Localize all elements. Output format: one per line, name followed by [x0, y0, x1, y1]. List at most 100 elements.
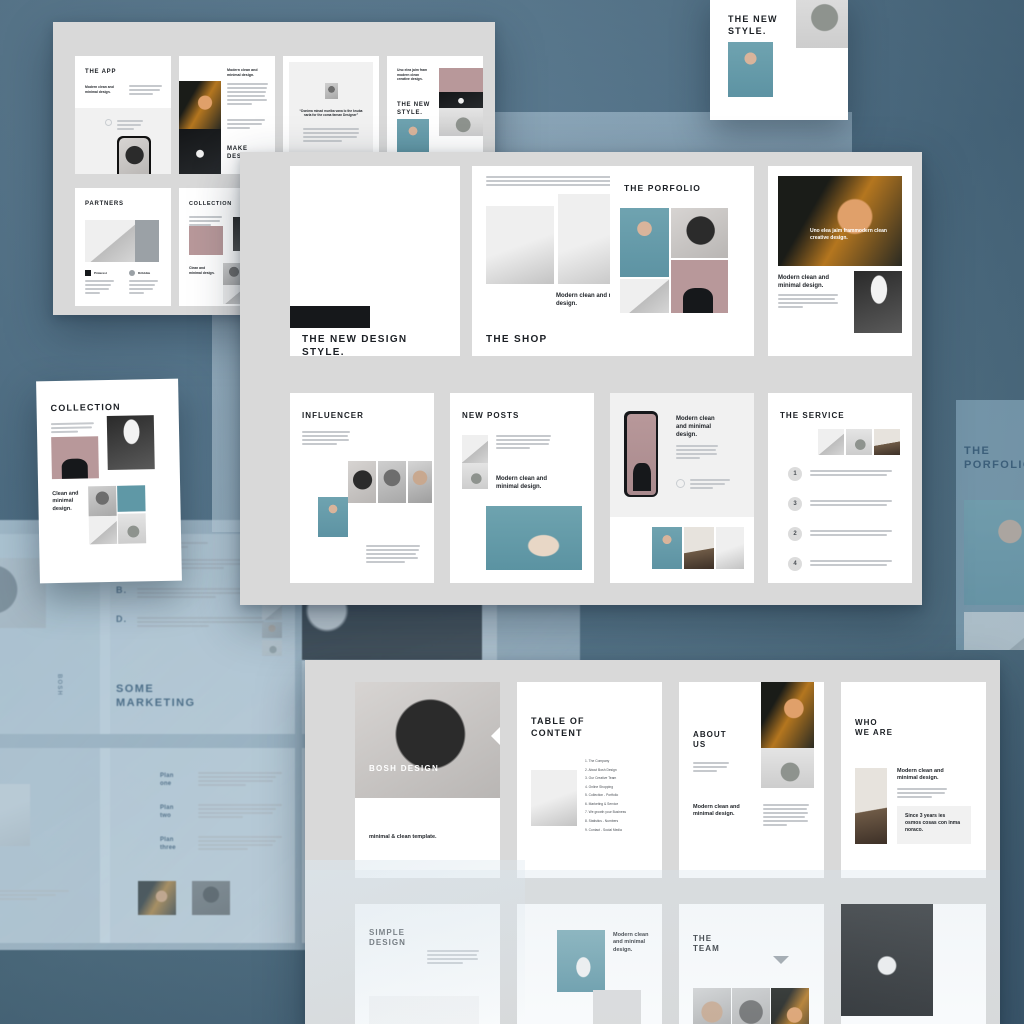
service-number: 4 [788, 557, 802, 571]
slide-the-team[interactable]: THE TEAM [679, 904, 824, 1024]
photo-rose-block [439, 68, 483, 92]
photo-b [732, 988, 770, 1024]
photo-overlay-caption: Uno elea jaim frammodern clean creative … [810, 228, 887, 242]
check-icon [105, 119, 112, 126]
slide-new-posts[interactable]: NEW POSTS Modern clean and minimal desig… [450, 393, 594, 583]
photo-c [771, 988, 809, 1024]
photo-portrait [325, 83, 338, 99]
text-lines [897, 788, 949, 800]
photo-dark [841, 904, 933, 1016]
slide-partners[interactable]: PARTNERS Pinterest Dribbble [75, 188, 171, 306]
slide-title: THE TEAM [693, 934, 720, 954]
text-lines [427, 950, 481, 966]
text-lines [227, 119, 269, 131]
photo-c [117, 485, 146, 512]
toc-item: 1. The Company [585, 759, 610, 763]
chevron-down-icon[interactable] [773, 956, 789, 964]
slide-subtitle: Modern clean and minimal design. [693, 804, 740, 818]
slide-subtitle: Modern clean and minimal design. [227, 68, 258, 77]
backdrop-title-marketing: SOME MARKETING [116, 683, 196, 710]
photo-a [348, 461, 376, 503]
photo-b [684, 527, 714, 569]
plan-label: Plan one [160, 773, 174, 788]
photo-lamp [855, 768, 887, 844]
toc-item: 3. Our Creative Team [585, 776, 617, 781]
slide-the-new-design-style[interactable]: THE NEW DESIGN STYLE. [290, 166, 460, 356]
text-lines [129, 280, 159, 294]
photo-book [85, 220, 135, 262]
slide-the-service[interactable]: THE SERVICE 1 3 2 4 [768, 393, 912, 583]
service-item: 1 [788, 467, 894, 481]
text-lines [810, 500, 894, 508]
toc-list: 1. The Company 2. About Bosh Design 3. O… [585, 757, 657, 834]
phone-mockup [117, 136, 151, 174]
backdrop-slide [0, 748, 110, 943]
backdrop-slide-plans: Plan one Plan two Plan three [100, 748, 295, 943]
collection-subtitle: Clean and minimal design. [52, 490, 79, 512]
text-lines [366, 545, 422, 565]
service-item: 2 [788, 527, 894, 541]
text-lines [227, 83, 269, 107]
dribbble-icon [129, 270, 135, 276]
floating-photo-girl [728, 42, 773, 97]
photo-a [693, 988, 731, 1024]
photo-c [874, 429, 900, 455]
photo-hat [854, 271, 902, 333]
toc-item: 7. We growth your Business [585, 810, 626, 815]
photo-c [408, 461, 432, 503]
photo-book [620, 279, 669, 313]
text-lines [85, 280, 115, 294]
slide-title: SIMPLE DESIGN [369, 928, 406, 948]
backdrop-porfolio-title: THE PORFOLIO [964, 445, 1024, 472]
photo-plant [462, 463, 488, 489]
slide-the-app[interactable]: THE APP Modern clean and minimal design. [75, 56, 171, 174]
toc-item: 8. Statistics - Numbers [585, 818, 619, 823]
slide-im-tom[interactable]: IM TOM [841, 904, 986, 1024]
backdrop-plans: Plan one Plan two Plan three [160, 772, 285, 853]
photo-room [531, 770, 577, 826]
slide-who-we-are[interactable]: WHO WE ARE Modern clean and minimal desi… [841, 682, 986, 878]
slide-phone-app[interactable]: Modern clean and minimal design. [610, 393, 754, 583]
photo-a [818, 429, 844, 455]
photo-a [88, 485, 117, 517]
text-lines [496, 435, 552, 451]
slide-bosh-design[interactable]: BOSH DESIGN minimal & clean template. [355, 682, 500, 878]
floating-collection-card[interactable]: COLLECTION Clean and minimal design. [36, 378, 182, 584]
text-lines [810, 530, 894, 538]
slide-subtitle: Modern clean and minimal design. [85, 85, 114, 94]
slide-influencer[interactable]: INFLUENCER [290, 393, 434, 583]
photo-legs [486, 506, 582, 570]
toc-item: 6. Marketing & Service [585, 801, 619, 806]
service-number: 1 [788, 467, 802, 481]
photo-b [378, 461, 406, 503]
photo-hero-gold [778, 176, 902, 266]
photo-girl-teal [620, 208, 669, 277]
text-lines [810, 560, 894, 568]
photo-d [318, 497, 348, 537]
text-lines [693, 762, 731, 774]
photo-plant [761, 748, 814, 788]
slide-title: THE SHOP [486, 334, 548, 345]
toc-item: 9. Contact - Social Media [585, 827, 622, 832]
photo-a [652, 527, 682, 569]
photo-shoe [557, 930, 605, 992]
slide-modern-clean[interactable]: Modern clean and minimal design. [517, 904, 662, 1024]
slide-title: THE NEW STYLE. [397, 102, 431, 116]
photo-hat [106, 415, 155, 471]
photo-plant-block [593, 990, 641, 1024]
slide-subtitle: minimal & clean template. [369, 834, 437, 840]
slide-table-of-content[interactable]: TABLE OF CONTENT 1. The Company 2. About… [517, 682, 662, 878]
photo-book [462, 435, 488, 463]
slide-the-porfolio[interactable]: THE PORFOLIO [610, 166, 754, 356]
floating-new-style-card[interactable]: THE NEW STYLE. [710, 0, 848, 120]
photo-b [88, 515, 118, 545]
slide-title: NEW POSTS [462, 411, 520, 420]
slide-hero-creative[interactable]: Uno elea jaim frammodern clean creative … [768, 166, 912, 356]
photo-hero [355, 682, 500, 798]
slide-simple-design[interactable]: SIMPLE DESIGN [355, 904, 500, 1024]
photo-room [486, 206, 554, 284]
photo-c [716, 527, 744, 569]
slide-subtitle: Modern clean and minimal design. [613, 932, 649, 953]
slide-about-us[interactable]: ABOUT US Modern clean and minimal design… [679, 682, 824, 878]
plan-label: Plan three [160, 837, 176, 852]
